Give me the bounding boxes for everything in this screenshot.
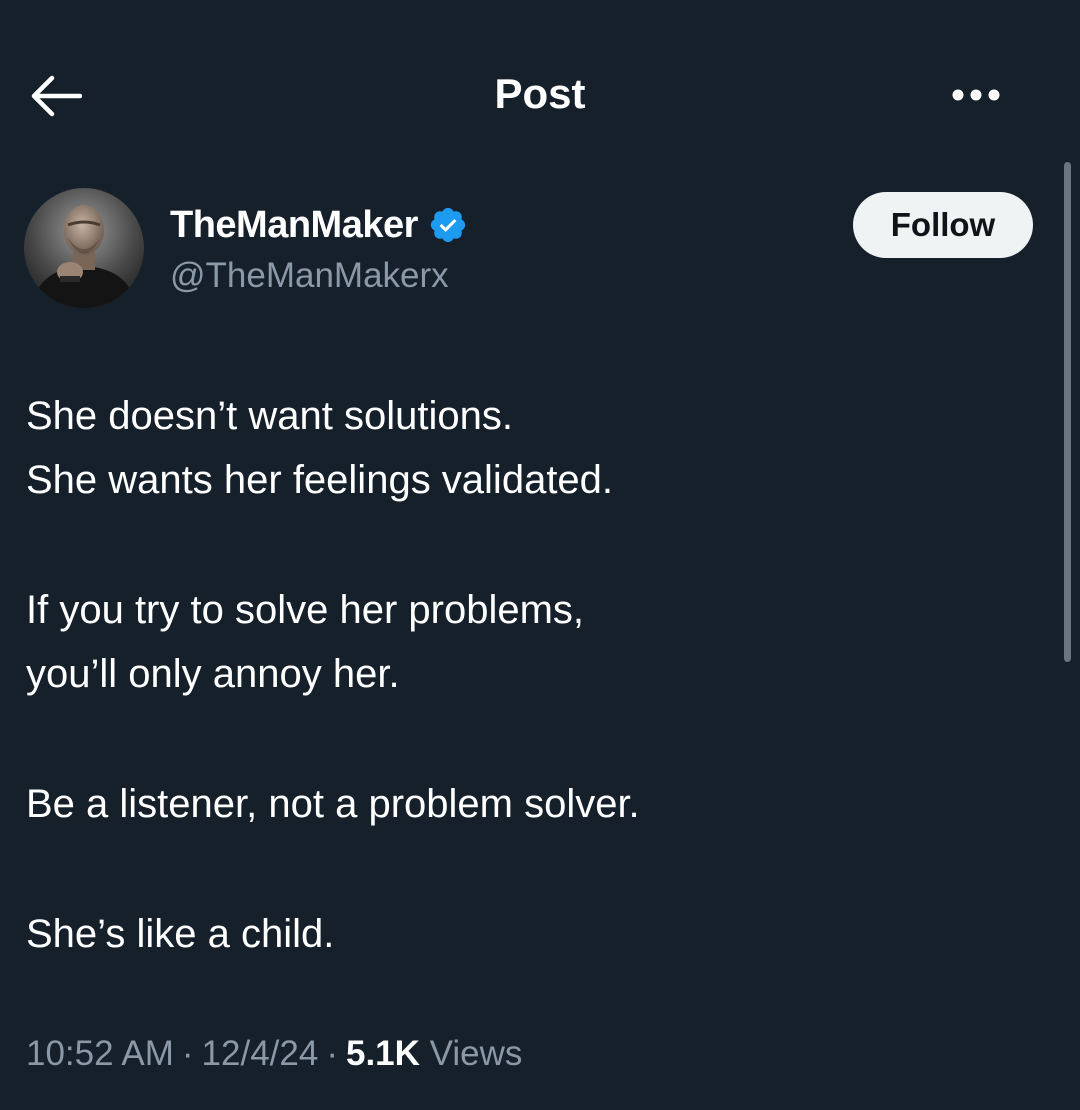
views-label: Views: [429, 1034, 523, 1073]
author-handle[interactable]: @TheManMakerx: [170, 254, 449, 298]
meta-separator: ·: [326, 1034, 338, 1073]
more-options-button[interactable]: [946, 80, 1006, 110]
verified-badge-icon[interactable]: [428, 205, 468, 245]
post-line: She wants her feelings validated.: [26, 458, 614, 502]
page-title: Post: [494, 70, 586, 117]
post-line: She doesn’t want solutions.: [26, 394, 513, 438]
post-line: you’ll only annoy her.: [26, 652, 400, 696]
post-meta: 10:52 AM · 12/4/24 · 5.1K Views: [26, 1030, 522, 1078]
scrollbar[interactable]: [1064, 162, 1071, 662]
post-screen: Post TheManMaker @TheManMakerx Follow Sh…: [0, 0, 1080, 1110]
post-line: Be a listener, not a problem solver.: [26, 782, 640, 826]
author-display-name[interactable]: TheManMaker: [170, 202, 418, 248]
avatar[interactable]: [24, 188, 144, 308]
post-line: She’s like a child.: [26, 912, 335, 956]
author-name-row: TheManMaker: [170, 202, 468, 248]
more-horizontal-icon: [946, 80, 1006, 110]
follow-button[interactable]: Follow: [853, 192, 1033, 258]
views-count[interactable]: 5.1K: [346, 1034, 420, 1073]
meta-separator: ·: [181, 1034, 194, 1073]
post-text: She doesn’t want solutions. She wants he…: [26, 384, 1026, 966]
post-date[interactable]: 12/4/24: [202, 1034, 319, 1073]
post-time[interactable]: 10:52 AM: [26, 1034, 174, 1073]
post-line: If you try to solve her problems,: [26, 588, 585, 632]
